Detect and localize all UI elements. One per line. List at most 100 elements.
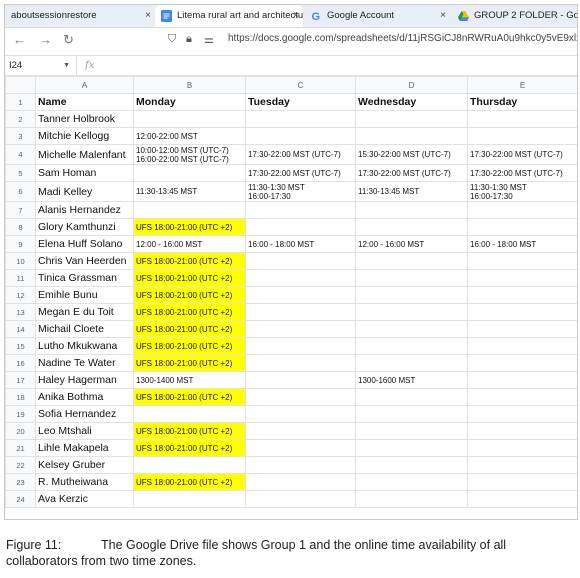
- availability-cell[interactable]: [467, 388, 577, 406]
- availability-cell[interactable]: UFS 18:00-21:00 (UTC +2): [133, 388, 246, 406]
- row-header[interactable]: 9: [5, 235, 36, 253]
- row-header[interactable]: 5: [5, 164, 36, 182]
- reload-icon[interactable]: ↻: [63, 32, 74, 48]
- availability-cell[interactable]: [467, 439, 577, 457]
- availability-cell[interactable]: UFS 18:00-21:00 (UTC +2): [133, 303, 246, 321]
- name-cell[interactable]: Chris Van Heerden: [35, 252, 134, 270]
- availability-cell[interactable]: [355, 201, 468, 219]
- availability-cell[interactable]: [355, 252, 468, 270]
- name-cell[interactable]: Megan E du Toit: [35, 303, 134, 321]
- availability-cell[interactable]: UFS 18:00-21:00 (UTC +2): [133, 337, 246, 355]
- row-header[interactable]: 8: [5, 218, 36, 236]
- row-header[interactable]: 15: [5, 337, 36, 355]
- availability-cell[interactable]: [467, 110, 577, 128]
- row-header[interactable]: 24: [5, 490, 36, 508]
- availability-cell[interactable]: [245, 303, 356, 321]
- row-header[interactable]: 10: [5, 252, 36, 270]
- name-cell[interactable]: Madi Kelley: [35, 181, 134, 202]
- availability-cell[interactable]: [467, 473, 577, 491]
- availability-cell[interactable]: 11:30-1:30 MST 16:00-17:30: [245, 181, 356, 202]
- availability-cell[interactable]: [245, 337, 356, 355]
- availability-cell[interactable]: [467, 337, 577, 355]
- column-header[interactable]: D: [355, 76, 468, 94]
- name-cell[interactable]: Elena Huff Solano: [35, 235, 134, 253]
- availability-cell[interactable]: [467, 320, 577, 338]
- availability-cell[interactable]: [133, 405, 246, 423]
- url-field[interactable]: https://docs.google.com/spreadsheets/d/1…: [228, 33, 577, 44]
- availability-cell[interactable]: [467, 422, 577, 440]
- availability-cell[interactable]: [355, 354, 468, 372]
- name-cell[interactable]: R. Mutheiwana: [35, 473, 134, 491]
- chevron-down-icon[interactable]: ▼: [63, 56, 70, 75]
- name-cell[interactable]: Lutho Mkukwana: [35, 337, 134, 355]
- row-header[interactable]: 18: [5, 388, 36, 406]
- row-header[interactable]: 19: [5, 405, 36, 423]
- name-cell[interactable]: Alanis Hernandez: [35, 201, 134, 219]
- name-cell[interactable]: Nadine Te Water: [35, 354, 134, 372]
- name-cell[interactable]: Michelle Malenfant: [35, 144, 134, 165]
- availability-cell[interactable]: 17:30-22:00 MST (UTC-7): [245, 164, 356, 182]
- availability-cell[interactable]: [245, 320, 356, 338]
- availability-cell[interactable]: [133, 164, 246, 182]
- availability-cell[interactable]: [467, 371, 577, 389]
- row-header[interactable]: 14: [5, 320, 36, 338]
- column-header[interactable]: E: [467, 76, 577, 94]
- availability-cell[interactable]: [467, 252, 577, 270]
- availability-cell[interactable]: UFS 18:00-21:00 (UTC +2): [133, 439, 246, 457]
- availability-cell[interactable]: [355, 473, 468, 491]
- row-header[interactable]: 20: [5, 422, 36, 440]
- row-header[interactable]: 23: [5, 473, 36, 491]
- availability-cell[interactable]: 17:30-22:00 MST (UTC-7): [467, 164, 577, 182]
- availability-cell[interactable]: [133, 110, 246, 128]
- row-header[interactable]: 2: [5, 110, 36, 128]
- availability-cell[interactable]: [245, 127, 356, 145]
- availability-cell[interactable]: [245, 388, 356, 406]
- availability-cell[interactable]: Tuesday: [245, 93, 356, 111]
- back-arrow-icon[interactable]: ←: [13, 32, 26, 48]
- availability-cell[interactable]: 10:00-12:00 MST (UTC-7) 16:00-22:00 MST …: [133, 144, 246, 165]
- availability-cell[interactable]: [355, 218, 468, 236]
- shield-icon[interactable]: ⛉: [168, 33, 176, 46]
- availability-cell[interactable]: [245, 490, 356, 508]
- row-header[interactable]: 21: [5, 439, 36, 457]
- row-header[interactable]: 13: [5, 303, 36, 321]
- forward-arrow-icon[interactable]: →: [39, 32, 52, 48]
- row-header[interactable]: 11: [5, 269, 36, 287]
- availability-cell[interactable]: 17:30-22:00 MST (UTC-7): [467, 144, 577, 165]
- row-header[interactable]: 12: [5, 286, 36, 304]
- availability-cell[interactable]: 16:00 - 18:00 MST: [245, 235, 356, 253]
- row-header[interactable]: 22: [5, 456, 36, 474]
- availability-cell[interactable]: [245, 473, 356, 491]
- name-cell[interactable]: Lihle Makapela: [35, 439, 134, 457]
- availability-cell[interactable]: Monday: [133, 93, 246, 111]
- availability-cell[interactable]: [245, 218, 356, 236]
- availability-cell[interactable]: [245, 456, 356, 474]
- availability-cell[interactable]: [467, 456, 577, 474]
- availability-cell[interactable]: [355, 422, 468, 440]
- availability-cell[interactable]: [355, 303, 468, 321]
- availability-cell[interactable]: UFS 18:00-21:00 (UTC +2): [133, 252, 246, 270]
- availability-cell[interactable]: [467, 286, 577, 304]
- availability-cell[interactable]: [245, 439, 356, 457]
- name-cell[interactable]: Name: [35, 93, 134, 111]
- tab-google-account[interactable]: G Google Account ×: [305, 5, 450, 27]
- availability-cell[interactable]: [355, 286, 468, 304]
- availability-cell[interactable]: [245, 371, 356, 389]
- availability-cell[interactable]: Thursday: [467, 93, 577, 111]
- name-cell[interactable]: Sam Homan: [35, 164, 134, 182]
- availability-cell[interactable]: 1300-1400 MST: [133, 371, 246, 389]
- availability-cell[interactable]: [467, 405, 577, 423]
- availability-cell[interactable]: [467, 303, 577, 321]
- availability-cell[interactable]: [355, 337, 468, 355]
- close-icon[interactable]: ×: [440, 5, 446, 27]
- availability-cell[interactable]: [245, 286, 356, 304]
- name-cell[interactable]: Kelsey Gruber: [35, 456, 134, 474]
- availability-cell[interactable]: [245, 269, 356, 287]
- row-header[interactable]: 3: [5, 127, 36, 145]
- availability-cell[interactable]: UFS 18:00-21:00 (UTC +2): [133, 269, 246, 287]
- availability-cell[interactable]: 12:00 - 16:00 MST: [355, 235, 468, 253]
- availability-cell[interactable]: 11:30-13:45 MST: [355, 181, 468, 202]
- availability-cell[interactable]: [245, 110, 356, 128]
- row-header[interactable]: 1: [5, 93, 36, 111]
- availability-cell[interactable]: UFS 18:00-21:00 (UTC +2): [133, 354, 246, 372]
